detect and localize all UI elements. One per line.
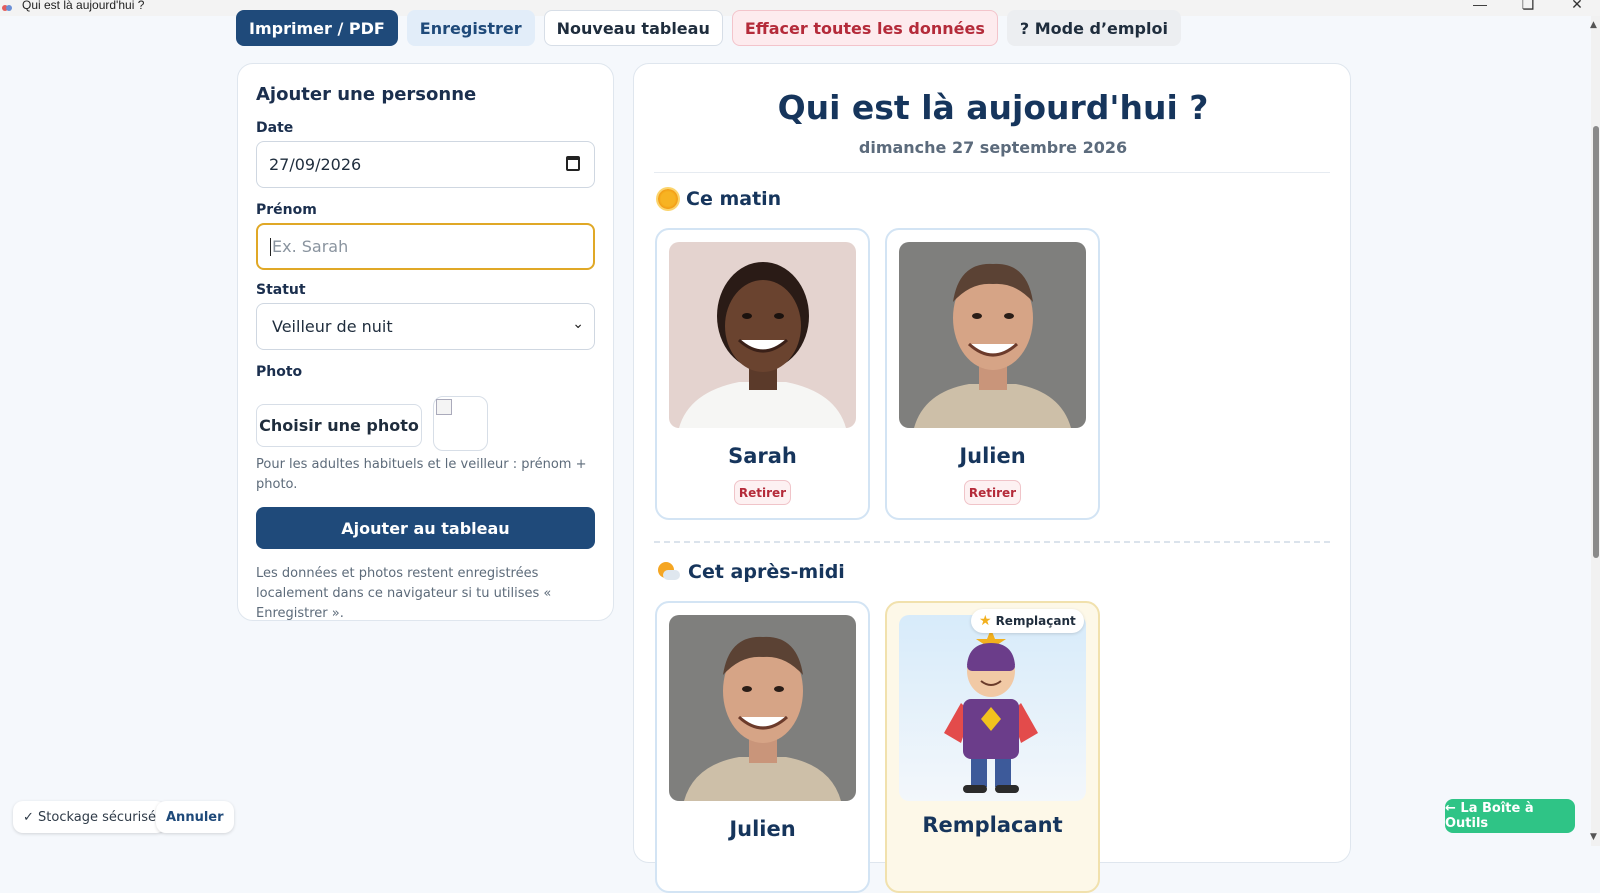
status-select[interactable]: Veilleur de nuit ⌄ xyxy=(256,303,595,350)
person-name: Julien xyxy=(729,817,796,841)
minimize-icon[interactable]: — xyxy=(1470,0,1490,14)
add-to-board-button[interactable]: Ajouter au tableau xyxy=(256,507,595,549)
status-label: Statut xyxy=(256,282,306,298)
status-selected-value: Veilleur de nuit xyxy=(272,317,393,336)
substitute-badge: ★ Remplaçant xyxy=(971,609,1084,633)
person-card: Julien xyxy=(655,601,870,893)
board-title: Qui est là aujourd'hui ? xyxy=(777,88,1209,127)
person-photo xyxy=(669,242,856,428)
text-caret xyxy=(270,237,271,256)
main-toolbar: Imprimer / PDF Enregistrer Nouveau table… xyxy=(236,10,1181,46)
cancel-button[interactable]: Annuler xyxy=(156,801,234,833)
firstname-label: Prénom xyxy=(256,202,317,218)
broken-image-icon xyxy=(436,399,452,415)
save-button[interactable]: Enregistrer xyxy=(406,10,535,46)
chevron-down-icon: ⌄ xyxy=(572,316,584,332)
close-icon[interactable]: ✕ xyxy=(1567,0,1587,14)
star-icon: ★ xyxy=(979,613,992,629)
attendance-board: Qui est là aujourd'hui ? dimanche 27 sep… xyxy=(633,63,1351,893)
choose-photo-button[interactable]: Choisir une photo xyxy=(256,404,422,447)
afternoon-label: Cet après-midi xyxy=(688,561,845,583)
date-value: 27/09/2026 xyxy=(269,155,362,174)
calendar-icon[interactable] xyxy=(566,156,580,171)
toolbox-button[interactable]: ← La Boîte à Outils xyxy=(1445,799,1575,833)
person-card: Julien Retirer xyxy=(885,228,1100,520)
board-date: dimanche 27 septembre 2026 xyxy=(858,138,1128,157)
morning-section-heading: Ce matin xyxy=(658,188,781,210)
person-photo xyxy=(899,242,1086,428)
photo-label: Photo xyxy=(256,364,303,380)
photo-hint: Pour les adultes habituels et le veilleu… xyxy=(256,457,587,492)
app-icon xyxy=(2,0,16,11)
header-divider xyxy=(654,172,1330,173)
sun-icon xyxy=(658,189,678,209)
substitute-illustration xyxy=(899,615,1086,801)
morning-label: Ce matin xyxy=(686,188,782,210)
storage-note: Les données et photos restent enregistré… xyxy=(256,566,552,621)
restore-icon[interactable]: ❏ xyxy=(1518,0,1538,14)
firstname-input[interactable]: Ex. Sarah xyxy=(256,223,595,270)
person-card: Sarah Retirer xyxy=(655,228,870,520)
person-name: Julien xyxy=(959,444,1026,468)
substitute-card: ★ Remplaçant Remplacant xyxy=(885,601,1100,893)
remove-button[interactable]: Retirer xyxy=(734,480,791,505)
new-board-button[interactable]: Nouveau tableau xyxy=(543,10,723,46)
section-divider xyxy=(654,541,1330,543)
scroll-up-icon[interactable]: ▲ xyxy=(1590,20,1597,30)
scroll-down-icon[interactable]: ▼ xyxy=(1590,832,1597,842)
secure-storage-chip: ✓ Stockage sécurisé xyxy=(13,801,167,833)
sun-cloud-icon xyxy=(658,562,680,582)
afternoon-section-heading: Cet après-midi xyxy=(658,561,845,583)
help-button[interactable]: ? Mode d’emploi xyxy=(1006,10,1181,46)
remove-button[interactable]: Retirer xyxy=(964,480,1021,505)
date-input[interactable]: 27/09/2026 xyxy=(256,141,595,188)
clear-all-button[interactable]: Effacer toutes les données xyxy=(731,10,998,46)
add-person-panel: Ajouter une personne Date 27/09/2026 Pré… xyxy=(237,63,614,621)
person-name: Sarah xyxy=(728,444,797,468)
date-label: Date xyxy=(256,120,294,136)
print-pdf-button[interactable]: Imprimer / PDF xyxy=(236,10,398,46)
person-photo xyxy=(669,615,856,801)
person-name: Remplacant xyxy=(922,813,1063,837)
scrollbar-thumb[interactable] xyxy=(1593,126,1599,558)
form-title: Ajouter une personne xyxy=(256,84,477,105)
firstname-placeholder: Ex. Sarah xyxy=(272,237,349,256)
window-title: Qui est là aujourd'hui ? xyxy=(22,0,145,12)
substitute-badge-label: Remplaçant xyxy=(995,614,1076,628)
photo-preview xyxy=(433,396,488,451)
